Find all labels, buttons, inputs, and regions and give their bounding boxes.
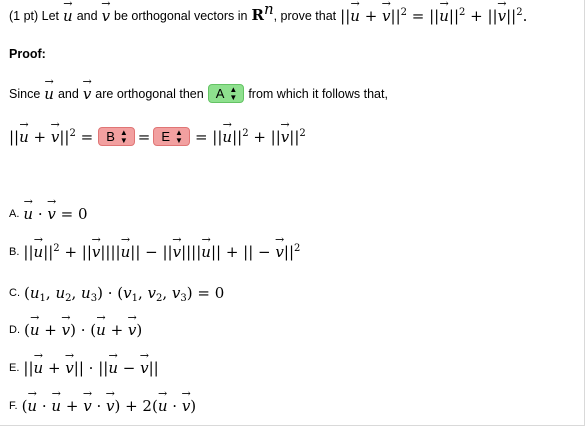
since-line: Since u and v are orthogonal then A ▲▼ f… [9, 84, 388, 103]
equation-rhs: = ||u||2 + ||v||2 [195, 128, 306, 146]
question-statement: (1 pt) Let u and v be orthogonal vectors… [9, 0, 527, 25]
option-letter: A. [9, 208, 20, 220]
since-follows: from which it follows that, [248, 86, 388, 101]
question-and: and [76, 8, 98, 23]
option-e: E. ||u + v|| · ||u − v|| [9, 359, 159, 377]
step2-select[interactable]: E ▲ ▼ [153, 127, 190, 146]
option-letter: E. [9, 362, 20, 374]
proof-label: Proof: [9, 47, 46, 61]
option-b: B. ||u||2 + ||v||||u|| − ||v||||u|| + ||… [9, 243, 300, 261]
option-letter: D. [9, 324, 20, 336]
since-orthogonal: are orthogonal then [95, 86, 204, 101]
vector-u: u [63, 7, 73, 25]
option-letter: C. [9, 287, 20, 299]
select-arrows-icon: ▲ ▼ [229, 84, 238, 102]
equation-lhs: ||u + v||2 = [9, 128, 93, 146]
option-c: C. (u1, u2, u3) · (v1, v2, v3) = 0 [9, 284, 225, 304]
option-d: D. (u + v) · (u + v) [9, 321, 142, 339]
question-prove: , prove that [273, 8, 337, 23]
option-f: F. (u · u + v · v) + 2(u · v) [9, 397, 196, 415]
option-letter: F. [9, 400, 18, 412]
orthogonality-select[interactable]: A ▲ ▼ [207, 84, 245, 103]
step1-select[interactable]: B ▲ ▼ [98, 127, 135, 146]
question-orthogonal: be orthogonal vectors in [114, 8, 248, 23]
select-arrows-icon: ▲ ▼ [119, 127, 128, 145]
vector-v: v [102, 7, 110, 25]
equation-line: ||u + v||2 = B ▲▼ = E ▲▼ = ||u||2 + ||v|… [9, 127, 306, 146]
question-equation: ||u + v||2 = ||u||2 + ||v||2. [340, 7, 527, 25]
question-intro: (1 pt) Let [9, 8, 60, 23]
select-arrows-icon: ▲ ▼ [175, 127, 183, 145]
since-text: Since [9, 86, 41, 101]
option-a: A. u · v = 0 [9, 205, 88, 223]
option-letter: B. [9, 246, 20, 258]
since-and: and [57, 86, 79, 101]
real-space: Rn [251, 0, 274, 25]
